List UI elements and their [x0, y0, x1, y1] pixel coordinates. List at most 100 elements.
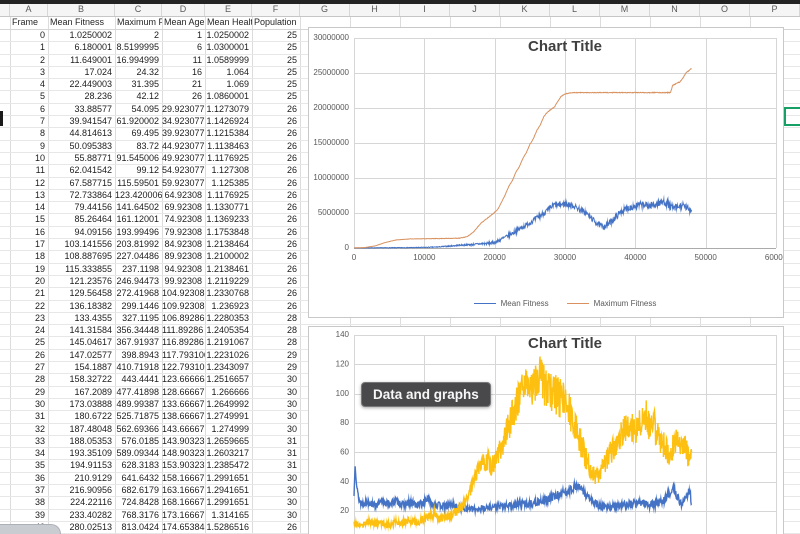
column-header-K[interactable]: K: [500, 4, 550, 16]
cell[interactable]: 477.41898: [115, 387, 162, 398]
cell[interactable]: 15: [10, 214, 48, 225]
cell[interactable]: 237.1198: [115, 264, 162, 275]
cell[interactable]: 1.064: [205, 67, 252, 78]
column-header-O[interactable]: O: [700, 4, 750, 16]
cell[interactable]: 25: [252, 91, 300, 102]
column-header-I[interactable]: I: [400, 4, 450, 16]
cell[interactable]: 31: [252, 460, 300, 471]
cell[interactable]: 1.0860001: [205, 91, 252, 102]
cell[interactable]: 398.8943: [115, 350, 162, 361]
column-header-C[interactable]: C: [115, 4, 162, 16]
cell[interactable]: 26: [10, 350, 48, 361]
cell[interactable]: 26: [252, 288, 300, 299]
cell[interactable]: 1.0250002: [205, 30, 252, 41]
cell[interactable]: 109.92308: [162, 301, 205, 312]
cell[interactable]: 34.923077: [162, 116, 205, 127]
cell[interactable]: 1.274999: [205, 424, 252, 435]
cell[interactable]: 123.420006: [115, 190, 162, 201]
cell[interactable]: 54.923077: [162, 165, 205, 176]
cell[interactable]: 26: [252, 227, 300, 238]
cell[interactable]: 17: [10, 239, 48, 250]
cell[interactable]: 22.449003: [48, 79, 115, 90]
cell[interactable]: 89.92308: [162, 251, 205, 262]
cell[interactable]: 8.5199995: [115, 42, 162, 53]
cell[interactable]: 1.2749991: [205, 411, 252, 422]
cell[interactable]: 724.8428: [115, 497, 162, 508]
cell[interactable]: 1.069: [205, 79, 252, 90]
cell[interactable]: 1.2191067: [205, 337, 252, 348]
cell[interactable]: 1.2603217: [205, 448, 252, 459]
column-header-N[interactable]: N: [650, 4, 700, 16]
cell[interactable]: 25: [252, 42, 300, 53]
cell[interactable]: 85.26464: [48, 214, 115, 225]
cell[interactable]: 7: [10, 116, 48, 127]
cell[interactable]: 116.89286: [162, 337, 205, 348]
cell[interactable]: 115.59501: [115, 178, 162, 189]
cell[interactable]: 10: [10, 153, 48, 164]
cell[interactable]: 6: [162, 42, 205, 53]
cell[interactable]: 54.095: [115, 104, 162, 115]
cell[interactable]: 33.88577: [48, 104, 115, 115]
field-header-cell[interactable]: Mean Health: [205, 17, 252, 29]
cell[interactable]: 25: [252, 55, 300, 66]
cell[interactable]: 94.92308: [162, 264, 205, 275]
cell[interactable]: 25: [252, 67, 300, 78]
cell[interactable]: 11: [162, 55, 205, 66]
cell[interactable]: 26: [252, 202, 300, 213]
cell[interactable]: 1.2119229: [205, 276, 252, 287]
cell[interactable]: 1.1753848: [205, 227, 252, 238]
field-header-cell[interactable]: Frame: [10, 17, 48, 29]
cell[interactable]: 30: [252, 473, 300, 484]
cell[interactable]: 356.34448: [115, 325, 162, 336]
cell[interactable]: 224.22116: [48, 497, 115, 508]
cell[interactable]: 141.31584: [48, 325, 115, 336]
cell[interactable]: 1.2405354: [205, 325, 252, 336]
cell[interactable]: 1.125385: [205, 178, 252, 189]
cell[interactable]: 22: [10, 301, 48, 312]
column-header-F[interactable]: F: [252, 4, 300, 16]
cell[interactable]: 1.2516657: [205, 374, 252, 385]
cell[interactable]: 1.2100002: [205, 251, 252, 262]
cell[interactable]: 99.92308: [162, 276, 205, 287]
cell[interactable]: 26: [252, 251, 300, 262]
cell[interactable]: 1.1215384: [205, 128, 252, 139]
cell[interactable]: 39.941547: [48, 116, 115, 127]
cell[interactable]: 143.66667: [162, 424, 205, 435]
column-header-P[interactable]: P: [750, 4, 800, 16]
cell[interactable]: 227.04486: [115, 251, 162, 262]
cell[interactable]: 44.814613: [48, 128, 115, 139]
cell[interactable]: 26: [252, 128, 300, 139]
cell[interactable]: 1.0589999: [205, 55, 252, 66]
cell[interactable]: 55.88771: [48, 153, 115, 164]
cell[interactable]: 133.4355: [48, 313, 115, 324]
cell[interactable]: 154.1887: [48, 362, 115, 373]
cell[interactable]: 115.333855: [48, 264, 115, 275]
cell[interactable]: 203.81992: [115, 239, 162, 250]
cell[interactable]: 193.99496: [115, 227, 162, 238]
cell[interactable]: 108.887695: [48, 251, 115, 262]
cell[interactable]: 641.6432: [115, 473, 162, 484]
cell[interactable]: 147.02577: [48, 350, 115, 361]
cell[interactable]: 61.920002: [115, 116, 162, 127]
cell[interactable]: 69.92308: [162, 202, 205, 213]
cell[interactable]: 1.1176925: [205, 190, 252, 201]
cell[interactable]: 64.92308: [162, 190, 205, 201]
cell[interactable]: 1: [162, 30, 205, 41]
cell[interactable]: 143.90323: [162, 436, 205, 447]
cell[interactable]: 158.32722: [48, 374, 115, 385]
cell[interactable]: 17.024: [48, 67, 115, 78]
cell[interactable]: 30: [252, 387, 300, 398]
cell[interactable]: 210.9129: [48, 473, 115, 484]
cell[interactable]: 4: [10, 79, 48, 90]
data-and-graphs-tooltip[interactable]: Data and graphs: [361, 382, 491, 407]
cell[interactable]: 161.12001: [115, 214, 162, 225]
cell[interactable]: 628.3183: [115, 460, 162, 471]
field-header-cell[interactable]: Population: [252, 17, 300, 29]
cell[interactable]: 44.923077: [162, 141, 205, 152]
cell[interactable]: 99.12: [115, 165, 162, 176]
cell[interactable]: 16: [162, 67, 205, 78]
cell[interactable]: 180.6722: [48, 411, 115, 422]
cell[interactable]: 19: [10, 264, 48, 275]
cell[interactable]: 29.923077: [162, 104, 205, 115]
cell[interactable]: 1.1426924: [205, 116, 252, 127]
